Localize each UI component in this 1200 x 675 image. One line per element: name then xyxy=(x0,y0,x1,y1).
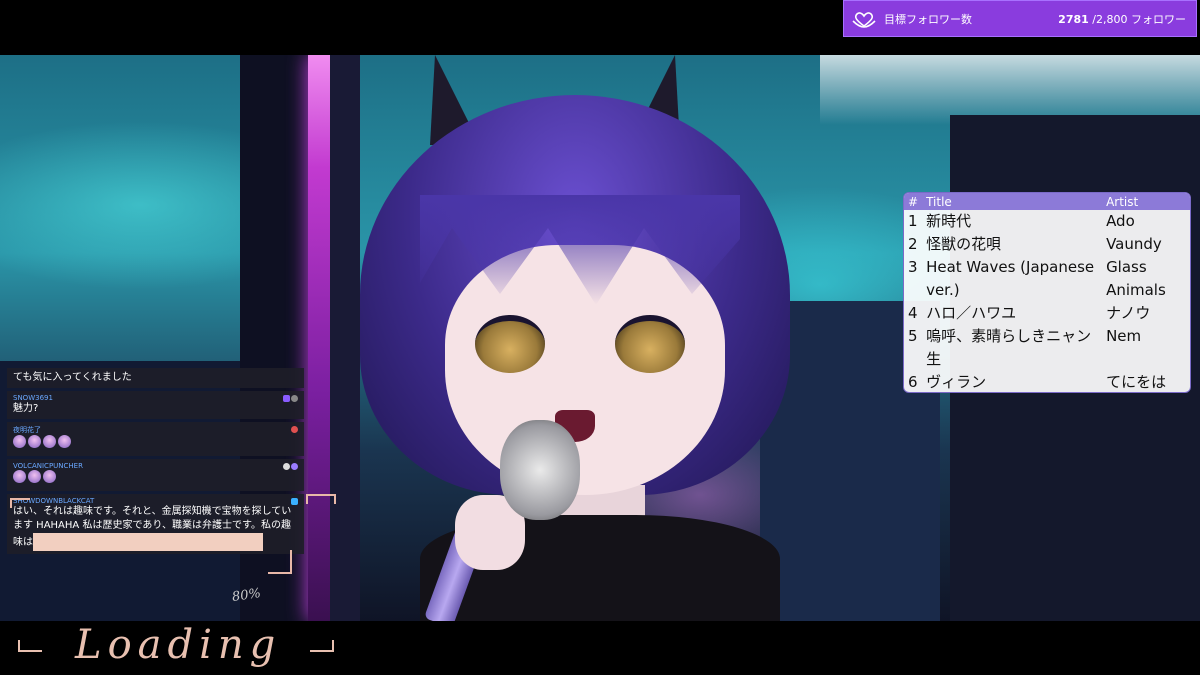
chat-message-text: 魅力? xyxy=(13,403,39,414)
doodle-bracket xyxy=(10,498,30,508)
emote-icon xyxy=(43,470,56,483)
setlist-panel: # Title Artist 1 新時代 Ado 2 怪獣の花唄 Vaundy … xyxy=(903,192,1191,393)
chat-username: 夜明花了 xyxy=(13,426,41,434)
song-artist: Nem xyxy=(1106,327,1142,345)
goal-current: 2781 xyxy=(1058,12,1089,26)
emote-icon xyxy=(13,435,26,448)
loading-corner-left xyxy=(18,640,42,652)
doodle-bracket xyxy=(268,550,292,574)
badge-icon xyxy=(283,463,290,470)
chat-message: SNOW3691 魅力? xyxy=(7,391,304,419)
goal-count: 2781 /2,800 フォロワー xyxy=(1058,11,1186,27)
song-title: 嗚呼、素晴らしきニャン生 xyxy=(926,327,1092,368)
song-title: 新時代 xyxy=(926,212,972,230)
emote-icon xyxy=(43,435,56,448)
emote-icon xyxy=(58,435,71,448)
chat-message-text: はい、それは趣味です。それと、金属探知機で宝物を探しています HAHAHA 私は… xyxy=(13,505,298,551)
subscriber-badge-icon xyxy=(283,395,290,402)
avatar-eye-left xyxy=(475,315,545,373)
song-number: 2 xyxy=(908,235,918,253)
setlist-row: 2 怪獣の花唄 Vaundy xyxy=(904,233,1190,256)
loading-corner-right xyxy=(310,640,334,652)
setlist-row: 3 Heat Waves (Japanese ver.) Glass Anima… xyxy=(904,256,1190,302)
song-number: 6 xyxy=(908,373,918,391)
setlist-row: 6 ヴィラン てにをは xyxy=(904,371,1190,392)
redaction-bar xyxy=(33,533,263,551)
avatar-eye-right xyxy=(615,315,685,373)
chat-emote-row xyxy=(13,435,298,453)
column-header-num: # xyxy=(904,193,923,210)
status-dot-icon xyxy=(291,395,298,402)
setlist-row: 4 ハロ／ハワユ ナノウ xyxy=(904,302,1190,325)
song-artist: てにをは xyxy=(1106,373,1167,391)
chat-message: 夜明花了 xyxy=(7,422,304,456)
chat-overlay: ても気に入ってくれました SNOW3691 魅力? 夜明花了 VOLCANICP… xyxy=(7,368,304,568)
background-pillar xyxy=(330,55,360,621)
song-title: Heat Waves (Japanese ver.) xyxy=(926,258,1095,299)
goal-label: 目標フォロワー数 xyxy=(884,12,972,26)
setlist-row: 5 嗚呼、素晴らしきニャン生 Nem xyxy=(904,325,1190,371)
emote-icon xyxy=(28,470,41,483)
goal-target: /2,800 フォロワー xyxy=(1092,12,1186,26)
neon-light xyxy=(308,55,330,621)
song-number: 1 xyxy=(908,212,918,230)
chat-message: VOLCANICPUNCHER xyxy=(7,459,304,491)
status-dot-icon xyxy=(291,463,298,470)
column-header-title: Title xyxy=(922,193,1103,210)
emote-icon xyxy=(28,435,41,448)
chat-message: SHOWDOWNBLACKCAT はい、それは趣味です。それと、金属探知機で宝物… xyxy=(7,494,304,554)
chat-message-text: ても気に入ってくれました xyxy=(13,372,132,383)
setlist-row: 1 新時代 Ado xyxy=(904,210,1190,233)
heart-hands-icon xyxy=(850,7,878,31)
doodle-bracket xyxy=(306,494,336,504)
column-header-artist: Artist xyxy=(1102,193,1190,210)
song-artist: Ado xyxy=(1106,212,1135,230)
song-number: 3 xyxy=(908,258,918,276)
vtuber-avatar xyxy=(360,55,830,621)
chat-username: SNOW3691 xyxy=(13,394,53,402)
status-dot-icon xyxy=(291,426,298,433)
chat-username: VOLCANICPUNCHER xyxy=(13,462,83,470)
badge-icon xyxy=(291,498,298,505)
song-number: 5 xyxy=(908,327,918,345)
song-artist: ナノウ xyxy=(1106,304,1151,322)
song-title: ハロ／ハワユ xyxy=(926,304,1017,322)
emote-icon xyxy=(13,470,26,483)
microphone-icon xyxy=(500,420,580,520)
chat-username: SHOWDOWNBLACKCAT xyxy=(13,497,95,505)
song-artist: Glass Animals xyxy=(1106,258,1166,299)
setlist-header-row: # Title Artist xyxy=(904,193,1190,210)
song-number: 4 xyxy=(908,304,918,322)
song-title: 怪獣の花唄 xyxy=(926,235,1002,253)
song-title: ヴィラン xyxy=(926,373,987,391)
follower-goal-bar: 目標フォロワー数 2781 /2,800 フォロワー xyxy=(843,0,1197,37)
chat-message: ても気に入ってくれました xyxy=(7,368,304,388)
song-artist: Vaundy xyxy=(1106,235,1162,253)
chat-emote-row xyxy=(13,470,298,488)
setlist-table: # Title Artist 1 新時代 Ado 2 怪獣の花唄 Vaundy … xyxy=(904,193,1190,392)
loading-text: Loading xyxy=(75,622,282,668)
